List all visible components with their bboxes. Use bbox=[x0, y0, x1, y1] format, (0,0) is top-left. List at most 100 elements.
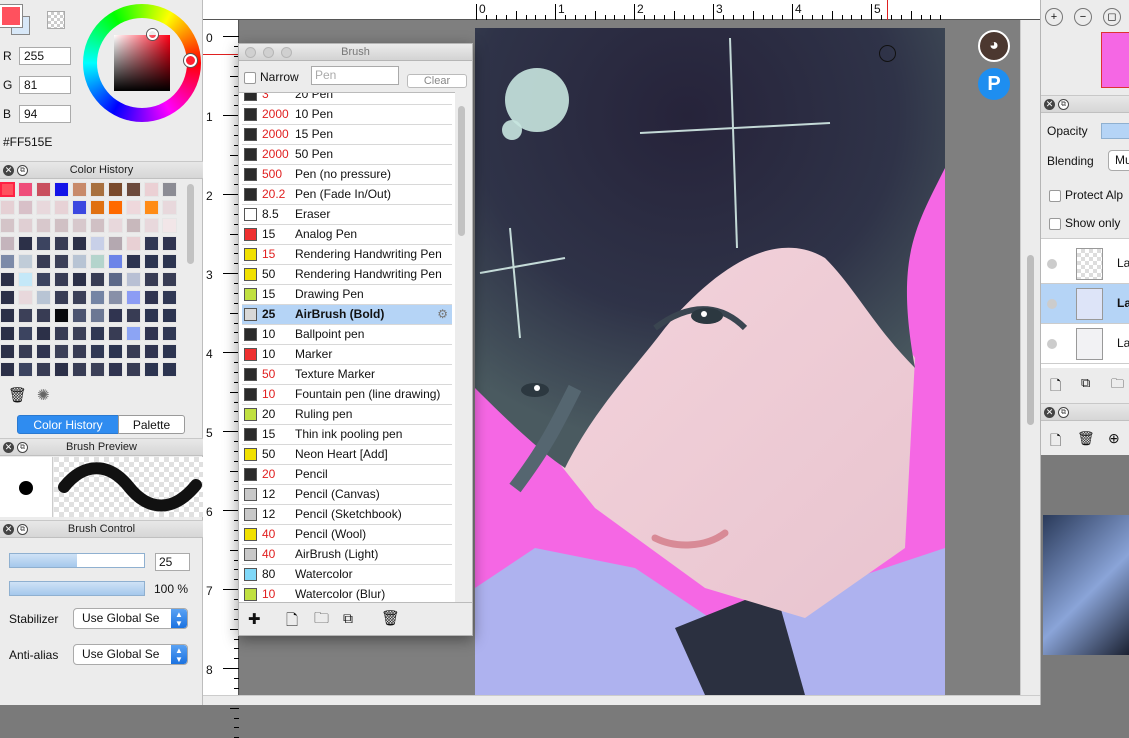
brush-item[interactable]: 40 AirBrush (Light) bbox=[242, 545, 452, 565]
color-history-swatch[interactable] bbox=[162, 290, 177, 305]
color-history-swatch[interactable] bbox=[0, 272, 15, 287]
stabilizer-select[interactable]: Use Global Se ▲ ▼ bbox=[73, 608, 188, 629]
color-history-swatch[interactable] bbox=[54, 344, 69, 359]
color-history-swatch[interactable] bbox=[54, 362, 69, 377]
narrow-checkbox[interactable]: Narrow bbox=[244, 70, 299, 84]
color-history-swatch[interactable] bbox=[126, 218, 141, 233]
color-history-swatch[interactable] bbox=[18, 308, 33, 323]
color-history-swatch[interactable] bbox=[36, 272, 51, 287]
pixiv-icon[interactable]: P bbox=[978, 68, 1010, 100]
vertical-scrollbar[interactable] bbox=[1020, 20, 1040, 695]
color-history-swatch[interactable] bbox=[108, 290, 123, 305]
color-history-swatch[interactable] bbox=[18, 344, 33, 359]
new-reference-icon[interactable]: 🗋 bbox=[1050, 430, 1061, 454]
color-history-swatch[interactable] bbox=[72, 290, 87, 305]
brush-item[interactable]: 10 Ballpoint pen bbox=[242, 325, 452, 345]
detach-icon[interactable]: ⧉ bbox=[1058, 99, 1069, 110]
mascot-icon[interactable]: ◕ bbox=[978, 30, 1010, 62]
brush-item[interactable]: 20.2 Pen (Fade In/Out) bbox=[242, 185, 452, 205]
color-history-swatch[interactable] bbox=[72, 326, 87, 341]
color-history-swatch[interactable] bbox=[108, 218, 123, 233]
color-history-swatch[interactable] bbox=[0, 326, 15, 341]
brush-item[interactable]: 500 Pen (no pressure) bbox=[242, 165, 452, 185]
brush-search-input[interactable]: Pen bbox=[311, 66, 399, 85]
color-history-swatch[interactable] bbox=[72, 200, 87, 215]
brush-item[interactable]: 15 Thin ink pooling pen bbox=[242, 425, 452, 445]
zoom-fit-icon[interactable]: ◻ bbox=[1103, 8, 1121, 26]
color-history-swatch[interactable] bbox=[108, 272, 123, 287]
detach-icon[interactable]: ⧉ bbox=[17, 524, 28, 535]
hue-picker-handle[interactable] bbox=[184, 54, 197, 67]
brush-item[interactable]: 40 Pencil (Wool) bbox=[242, 525, 452, 545]
color-history-swatch[interactable] bbox=[72, 344, 87, 359]
color-history-swatch[interactable] bbox=[108, 344, 123, 359]
show-only-checkbox[interactable]: Show only bbox=[1049, 216, 1120, 230]
color-history-swatch[interactable] bbox=[36, 362, 51, 377]
color-history-swatch[interactable] bbox=[54, 308, 69, 323]
detach-icon[interactable]: ⧉ bbox=[17, 165, 28, 176]
color-history-swatch[interactable] bbox=[90, 218, 105, 233]
color-history-swatch[interactable] bbox=[126, 290, 141, 305]
color-history-swatch[interactable] bbox=[36, 308, 51, 323]
color-history-swatch[interactable] bbox=[72, 182, 87, 197]
color-history-swatch[interactable] bbox=[144, 218, 159, 233]
red-input[interactable]: 255 bbox=[19, 47, 71, 65]
brush-item[interactable]: 50 Texture Marker bbox=[242, 365, 452, 385]
color-wheel[interactable] bbox=[83, 4, 201, 122]
brush-opacity-slider[interactable] bbox=[9, 581, 145, 596]
color-history-swatch[interactable] bbox=[18, 272, 33, 287]
visibility-icon[interactable] bbox=[1047, 339, 1057, 349]
brush-size-slider[interactable] bbox=[9, 553, 145, 568]
antialias-select[interactable]: Use Global Se ▲ ▼ bbox=[73, 644, 188, 665]
brush-item[interactable]: 20 Ruling pen bbox=[242, 405, 452, 425]
color-history-swatch[interactable] bbox=[0, 290, 15, 305]
color-history-swatch[interactable] bbox=[0, 362, 15, 377]
new-brush-icon[interactable]: 🗋 bbox=[286, 610, 298, 635]
brush-item[interactable]: 50 Neon Heart [Add] bbox=[242, 445, 452, 465]
color-history-swatch[interactable] bbox=[144, 236, 159, 251]
detach-icon[interactable]: ⧉ bbox=[1058, 407, 1069, 418]
color-history-swatch[interactable] bbox=[90, 272, 105, 287]
close-icon[interactable]: ✕ bbox=[3, 442, 14, 453]
color-history-swatch[interactable] bbox=[108, 200, 123, 215]
color-history-swatch[interactable] bbox=[36, 218, 51, 233]
color-history-swatch[interactable] bbox=[36, 200, 51, 215]
color-history-swatch[interactable] bbox=[72, 218, 87, 233]
color-history-swatch[interactable] bbox=[54, 326, 69, 341]
add-brush-icon[interactable]: ✚ bbox=[248, 610, 261, 628]
color-history-swatch[interactable] bbox=[162, 362, 177, 377]
brush-item[interactable]: 20 Pencil bbox=[242, 465, 452, 485]
color-history-swatch[interactable] bbox=[126, 182, 141, 197]
layer-row[interactable]: La bbox=[1041, 324, 1129, 364]
color-history-swatch[interactable] bbox=[36, 254, 51, 269]
color-history-swatch[interactable] bbox=[162, 326, 177, 341]
color-history-swatch[interactable] bbox=[144, 326, 159, 341]
color-history-swatch[interactable] bbox=[72, 272, 87, 287]
delete-brush-icon[interactable]: 🗑 bbox=[381, 609, 400, 627]
saturation-value-square[interactable] bbox=[114, 35, 170, 91]
color-history-swatch[interactable] bbox=[72, 308, 87, 323]
color-history-swatch[interactable] bbox=[90, 308, 105, 323]
color-history-swatch[interactable] bbox=[36, 236, 51, 251]
color-history-swatch[interactable] bbox=[144, 182, 159, 197]
opacity-slider[interactable] bbox=[1101, 123, 1129, 139]
brush-list-scrollbar[interactable] bbox=[458, 106, 465, 236]
color-history-swatch[interactable] bbox=[54, 182, 69, 197]
color-history-swatch[interactable] bbox=[54, 290, 69, 305]
visibility-icon[interactable] bbox=[1047, 299, 1057, 309]
color-history-swatch[interactable] bbox=[18, 254, 33, 269]
color-history-swatch[interactable] bbox=[54, 236, 69, 251]
new-folder-icon[interactable]: 🗀 bbox=[1111, 375, 1124, 397]
color-history-swatch[interactable] bbox=[36, 344, 51, 359]
close-icon[interactable]: ✕ bbox=[3, 165, 14, 176]
delete-reference-icon[interactable]: 🗑 bbox=[1077, 430, 1095, 447]
zoom-in-icon[interactable]: + bbox=[1045, 8, 1063, 26]
color-history-swatch[interactable] bbox=[144, 362, 159, 377]
close-icon[interactable]: ✕ bbox=[1044, 99, 1055, 110]
tab-color-history[interactable]: Color History bbox=[17, 415, 119, 434]
color-history-swatch[interactable] bbox=[0, 236, 15, 251]
brush-item[interactable]: 15 Analog Pen bbox=[242, 225, 452, 245]
close-icon[interactable]: ✕ bbox=[3, 524, 14, 535]
color-history-swatch[interactable] bbox=[162, 182, 177, 197]
detach-icon[interactable]: ⧉ bbox=[17, 442, 28, 453]
